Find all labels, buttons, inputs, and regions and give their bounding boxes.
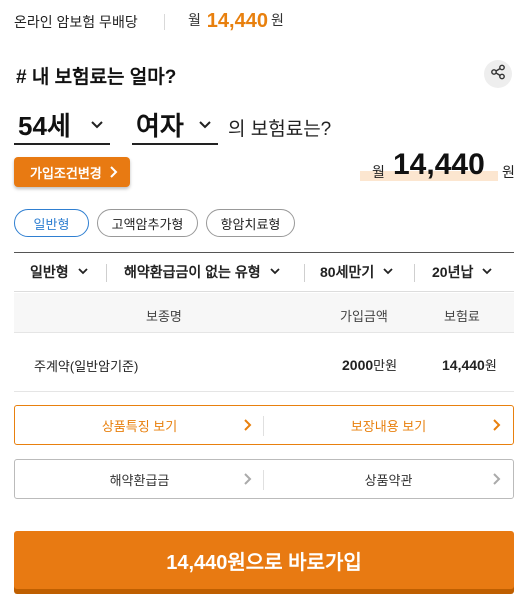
filter-payment-period-label: 20년납 xyxy=(432,264,474,280)
coverage-table-header: 보종명 가입금액 보험료 xyxy=(14,293,514,333)
surrender-refund-label: 해약환급금 xyxy=(109,472,170,488)
coverage-premium: 14,440원 xyxy=(442,355,497,374)
share-icon xyxy=(490,64,506,85)
surrender-refund-link[interactable]: 해약환급금 xyxy=(15,460,264,498)
coverage-details-link[interactable]: 보장내용 보기 xyxy=(264,406,513,444)
change-conditions-button[interactable]: 가입조건변경 xyxy=(14,157,130,187)
product-features-label: 상품특징 보기 xyxy=(101,418,178,434)
plan-tab-chemo[interactable]: 항암치료형 xyxy=(206,209,295,237)
filter-divider xyxy=(304,264,305,282)
header-coverage-name: 보종명 xyxy=(146,309,182,324)
policy-terms-label: 상품약관 xyxy=(364,472,413,488)
age-value: 54세 xyxy=(18,110,71,141)
chevron-down-icon xyxy=(269,264,281,280)
table-row: 주계약(일반암기준) 2000만원 14,440원 xyxy=(14,334,514,392)
chevron-down-icon xyxy=(481,264,493,280)
change-conditions-label: 가입조건변경 xyxy=(30,165,102,181)
premium-value: 14,440 xyxy=(393,148,485,181)
coverage-name: 주계약(일반암기준) xyxy=(34,359,139,374)
coverage-amount-value: 2000 xyxy=(342,357,374,373)
document-links: 해약환급금 상품약관 xyxy=(14,459,514,499)
join-now-button[interactable]: 14,440원으로 바로가입 xyxy=(14,531,514,589)
chevron-right-icon xyxy=(242,418,252,435)
policy-terms-link[interactable]: 상품약관 xyxy=(264,460,513,498)
gender-select[interactable]: 여자 xyxy=(132,105,218,145)
filter-maturity-label: 80세만기 xyxy=(320,264,375,280)
filter-divider xyxy=(414,264,415,282)
chevron-down-icon xyxy=(382,264,394,280)
filter-refund-type-label: 해약환급금이 없는 유형 xyxy=(124,264,261,280)
header-price-value: 14,440 xyxy=(206,10,268,32)
filter-refund-type[interactable]: 해약환급금이 없는 유형 xyxy=(124,253,281,291)
product-info-links: 상품특징 보기 보장내용 보기 xyxy=(14,405,514,445)
age-select[interactable]: 54세 xyxy=(14,105,110,145)
coverage-premium-value: 14,440 xyxy=(442,357,485,373)
chevron-right-icon xyxy=(491,472,501,489)
filter-plan-type[interactable]: 일반형 xyxy=(30,253,89,291)
header-price-prefix: 월 xyxy=(188,12,201,28)
header-divider xyxy=(164,14,165,30)
coverage-amount: 2000만원 xyxy=(342,355,397,374)
monthly-premium: 월 14,440 원 xyxy=(360,148,518,188)
header-premium: 보험료 xyxy=(444,309,480,324)
chevron-down-icon xyxy=(198,117,212,136)
chevron-right-icon xyxy=(108,166,118,181)
filter-payment-period[interactable]: 20년납 xyxy=(432,253,493,291)
coverage-details-label: 보장내용 보기 xyxy=(350,418,427,434)
filter-plan-type-label: 일반형 xyxy=(30,264,69,280)
header-amount: 가입금액 xyxy=(340,309,388,324)
premium-question-title: # 내 보험료는 얼마? xyxy=(16,67,177,88)
question-suffix: 의 보험료는? xyxy=(228,119,332,140)
premium-unit: 원 xyxy=(502,164,515,180)
filter-maturity[interactable]: 80세만기 xyxy=(320,253,394,291)
plan-tab-general[interactable]: 일반형 xyxy=(14,209,89,237)
product-name: 온라인 암보험 무배당 xyxy=(14,14,138,33)
chevron-down-icon xyxy=(90,117,104,136)
premium-prefix: 월 xyxy=(372,164,385,180)
chevron-right-icon xyxy=(242,472,252,489)
share-button[interactable] xyxy=(484,60,512,88)
chevron-down-icon xyxy=(77,264,89,280)
coverage-amount-unit: 만원 xyxy=(373,358,398,373)
gender-value: 여자 xyxy=(136,110,184,141)
header-price-unit: 원 xyxy=(270,12,284,28)
plan-tab-high-cancer[interactable]: 고액암추가형 xyxy=(97,209,198,237)
product-features-link[interactable]: 상품특징 보기 xyxy=(15,406,264,444)
header-price: 월 14,440 원 xyxy=(188,10,284,33)
option-filter-bar: 일반형 해약환급금이 없는 유형 80세만기 20년납 xyxy=(14,252,514,292)
sticky-header: 온라인 암보험 무배당 월 14,440 원 xyxy=(0,0,524,40)
chevron-right-icon xyxy=(491,418,501,435)
filter-divider xyxy=(106,264,107,282)
coverage-premium-unit: 원 xyxy=(484,358,497,373)
